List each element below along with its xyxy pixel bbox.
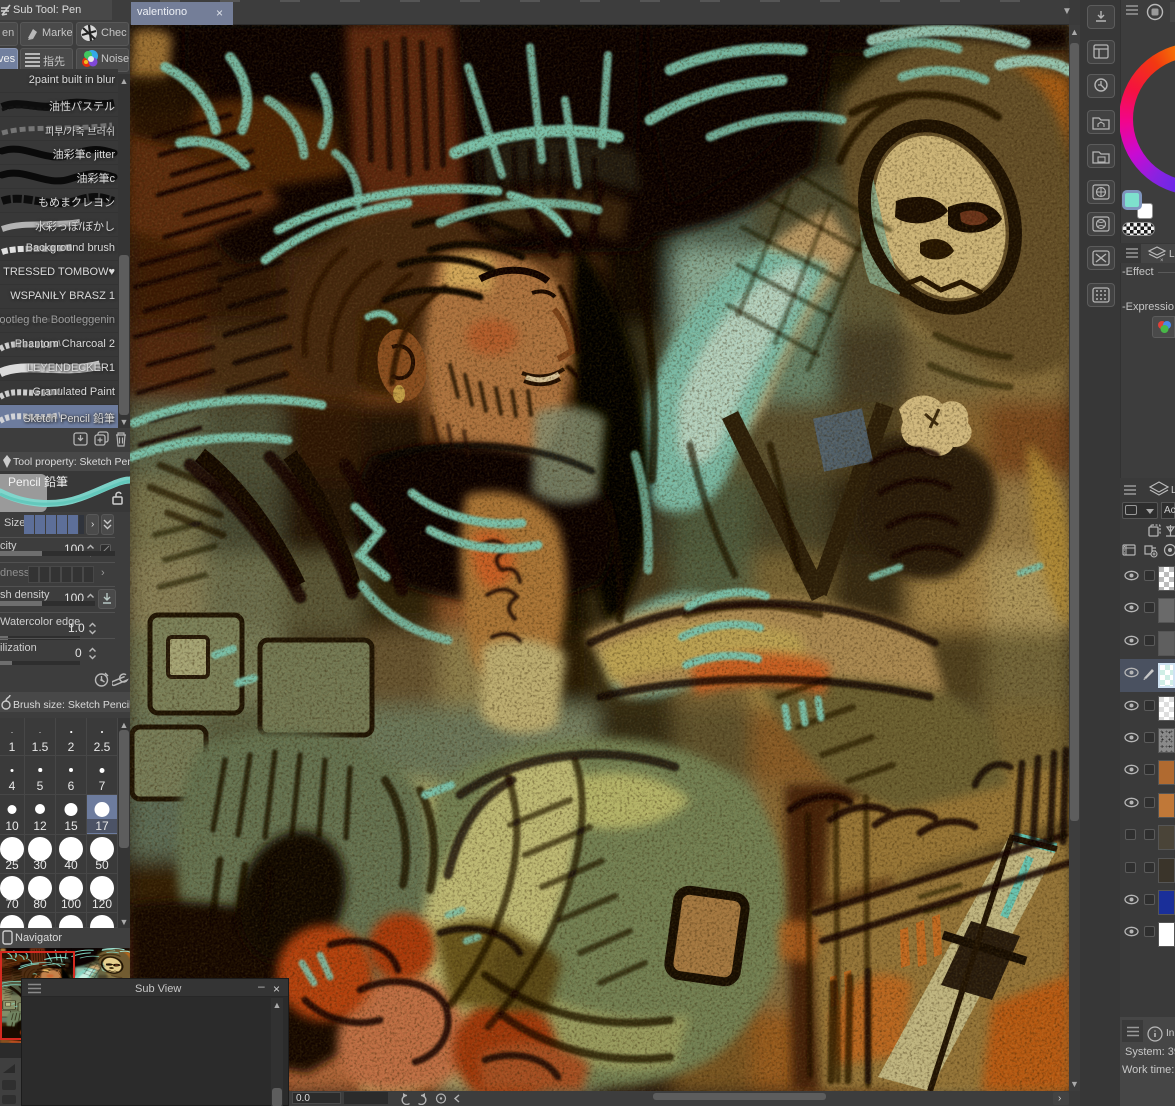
svg-text:×: × xyxy=(1160,258,1164,263)
